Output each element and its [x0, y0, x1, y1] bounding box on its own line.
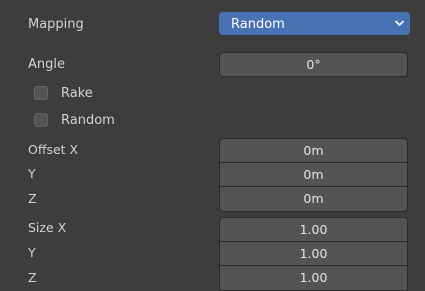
- size-y-label: Y: [28, 245, 36, 260]
- size-y-field[interactable]: 1.00: [219, 242, 408, 266]
- mapping-dropdown[interactable]: Random: [219, 12, 410, 35]
- offset-y-label: Y: [28, 166, 36, 181]
- size-x-label: Size X: [28, 220, 67, 235]
- size-z-label: Z: [28, 270, 37, 285]
- angle-label: Angle: [28, 57, 65, 72]
- angle-field[interactable]: 0°: [219, 52, 408, 77]
- offset-y-field[interactable]: 0m: [219, 163, 408, 187]
- offset-x-label: Offset X: [28, 142, 79, 157]
- random-checkbox-label: Random: [61, 113, 115, 128]
- mapping-dropdown-value: Random: [231, 17, 285, 32]
- random-checkbox[interactable]: [34, 113, 48, 127]
- rake-checkbox[interactable]: [34, 86, 48, 100]
- offset-x-field[interactable]: 0m: [219, 138, 408, 163]
- mapping-label: Mapping: [28, 17, 84, 32]
- rake-checkbox-label: Rake: [61, 86, 93, 101]
- offset-z-label: Z: [28, 191, 37, 206]
- offset-z-field[interactable]: 0m: [219, 187, 408, 212]
- size-x-field[interactable]: 1.00: [219, 217, 408, 242]
- chevron-down-icon: [395, 20, 404, 26]
- size-z-field[interactable]: 1.00: [219, 266, 408, 291]
